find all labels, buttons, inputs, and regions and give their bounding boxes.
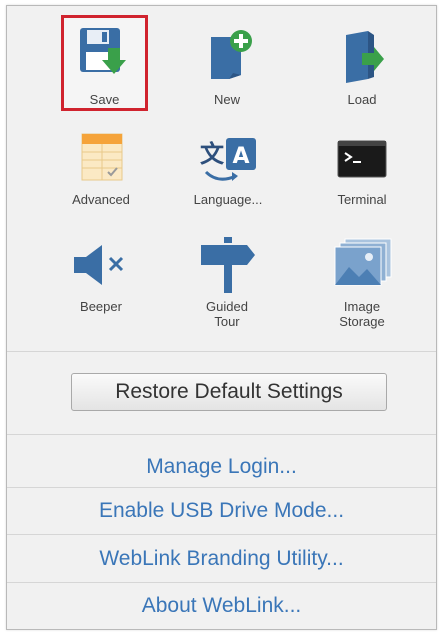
load-label: Load (347, 92, 377, 107)
advanced-tile[interactable]: Advanced (51, 126, 151, 216)
save-label: Save (89, 92, 120, 107)
restore-default-settings-button[interactable]: Restore Default Settings (71, 373, 387, 411)
divider (7, 534, 436, 535)
image-storage-label-line1: Image (343, 299, 381, 314)
load-folder-icon (346, 31, 384, 83)
guided-tour-tile[interactable]: Guided Tour (187, 231, 267, 331)
manage-login-link[interactable]: Manage Login... (7, 447, 436, 487)
signpost-icon (201, 237, 255, 293)
settings-menu-panel: Save New Load Advanced A 文 Language... T… (6, 5, 437, 630)
terminal-label: Terminal (337, 192, 387, 207)
terminal-tile[interactable]: Terminal (317, 126, 407, 216)
weblink-branding-utility-link[interactable]: WebLink Branding Utility... (7, 539, 436, 579)
beeper-tile[interactable]: Beeper (57, 231, 145, 331)
new-tile[interactable]: New (187, 15, 267, 111)
speaker-mute-icon (74, 245, 124, 285)
svg-text:A: A (232, 144, 249, 169)
svg-text:文: 文 (200, 140, 225, 168)
language-tile[interactable]: A 文 Language... (179, 126, 277, 216)
load-tile[interactable]: Load (322, 15, 402, 111)
divider (7, 351, 436, 352)
divider (7, 487, 436, 488)
advanced-label: Advanced (72, 192, 130, 207)
guided-tour-label-line2: Tour (214, 314, 240, 329)
enable-usb-drive-mode-link[interactable]: Enable USB Drive Mode... (7, 491, 436, 531)
terminal-icon (337, 140, 387, 178)
divider (7, 434, 436, 435)
image-storage-label-line2: Storage (339, 314, 385, 329)
language-translate-icon: A 文 (200, 138, 256, 181)
new-label: New (213, 92, 240, 107)
language-label: Language... (193, 192, 263, 207)
guided-tour-label-line1: Guided (206, 299, 248, 314)
save-floppy-icon (80, 28, 126, 74)
about-weblink-link[interactable]: About WebLink... (7, 586, 436, 626)
save-tile[interactable]: Save (61, 15, 148, 111)
divider (7, 582, 436, 583)
new-document-icon (211, 30, 252, 79)
image-stack-icon (334, 238, 392, 286)
image-storage-tile[interactable]: Image Storage (317, 231, 407, 341)
beeper-label: Beeper (80, 299, 122, 314)
advanced-table-icon (81, 133, 123, 181)
